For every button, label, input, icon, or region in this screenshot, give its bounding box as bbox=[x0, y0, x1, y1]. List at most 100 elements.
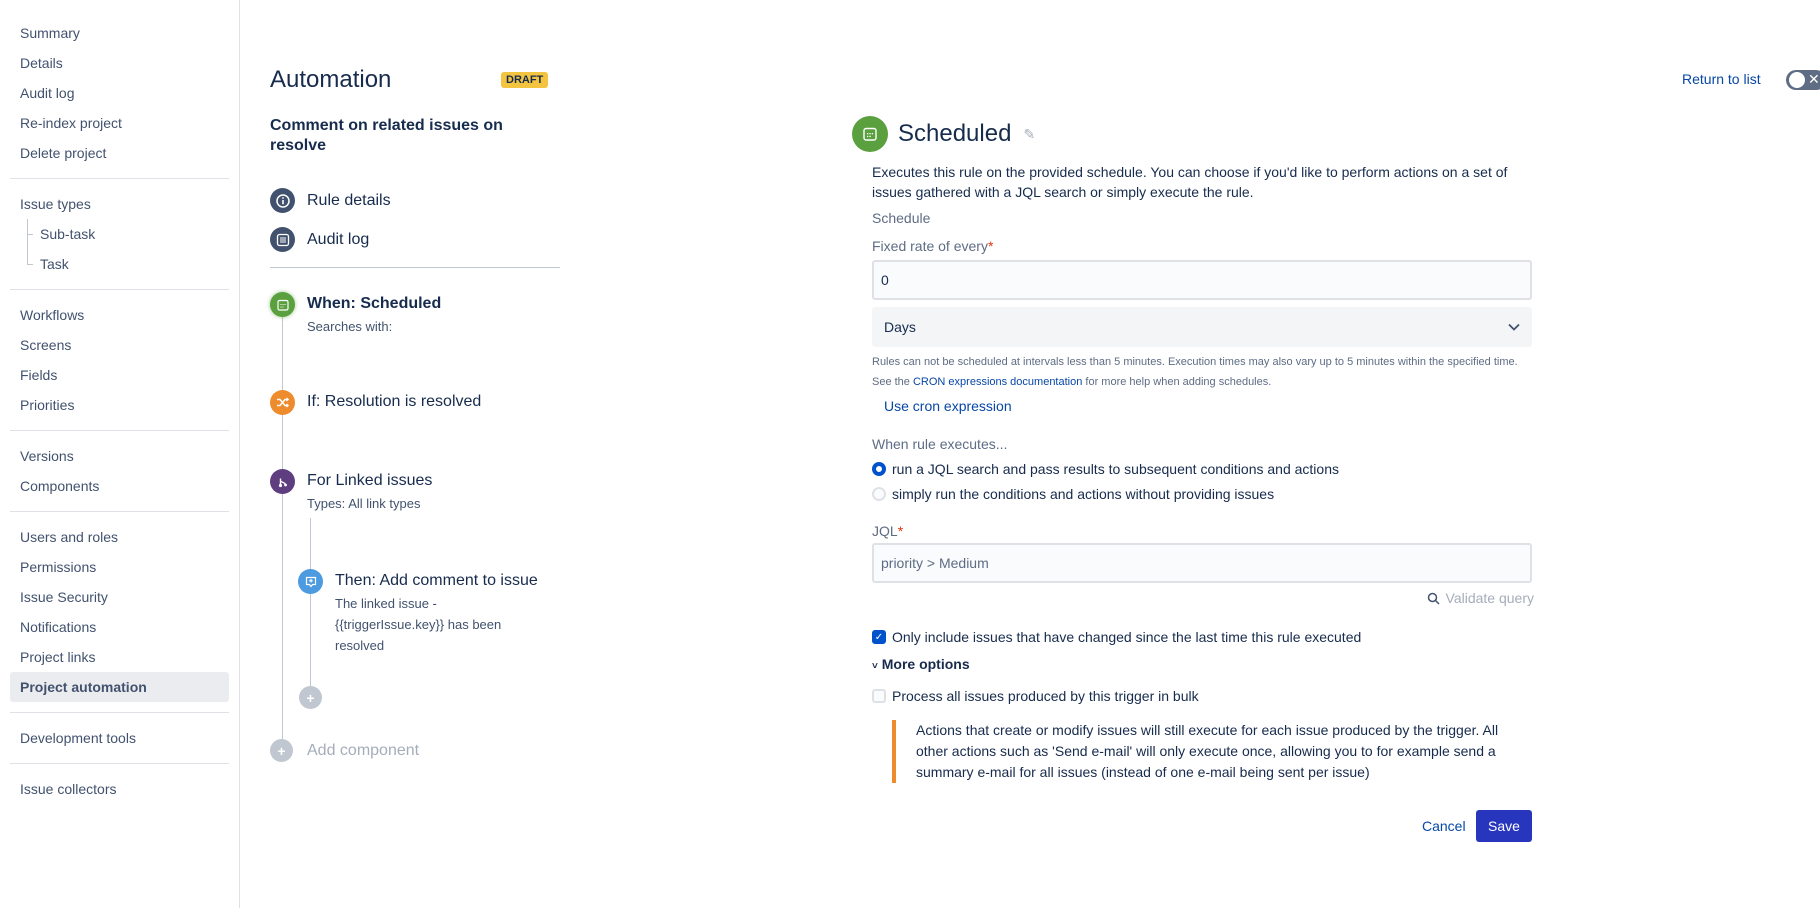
sidebar-item-issue-collectors[interactable]: Issue collectors bbox=[10, 774, 229, 804]
bulk-checkbox-row[interactable]: Process all issues produced by this trig… bbox=[872, 688, 1199, 704]
chevron-down-icon: ˅ bbox=[872, 661, 878, 672]
plus-icon: + bbox=[270, 739, 293, 762]
sidebar-item-versions[interactable]: Versions bbox=[10, 441, 229, 471]
sidebar-divider bbox=[10, 511, 229, 512]
step-title: When: Scheduled bbox=[307, 295, 442, 312]
project-settings-sidebar: Summary Details Audit log Re-index proje… bbox=[0, 0, 240, 908]
return-to-list-link[interactable]: Return to list bbox=[1682, 71, 1761, 87]
audit-log-label: Audit log bbox=[307, 230, 370, 248]
cron-docs-link[interactable]: CRON expressions documentation bbox=[913, 376, 1082, 388]
sidebar-divider bbox=[10, 289, 229, 290]
validate-query-button[interactable]: Validate query bbox=[1427, 590, 1534, 606]
more-options-toggle[interactable]: ˅ More options bbox=[872, 656, 970, 672]
sidebar-item-issue-security[interactable]: Issue Security bbox=[10, 582, 229, 612]
radio-button[interactable] bbox=[872, 462, 886, 476]
radio-button[interactable] bbox=[872, 487, 886, 501]
sidebar-item-workflows[interactable]: Workflows bbox=[10, 300, 229, 330]
sidebar-divider bbox=[10, 430, 229, 431]
calendar-icon bbox=[270, 292, 295, 317]
only-changed-checkbox-row[interactable]: ✓ Only include issues that have changed … bbox=[872, 629, 1361, 645]
rule-enabled-toggle[interactable]: ✕ bbox=[1786, 70, 1820, 90]
fixed-rate-label: Fixed rate of every* bbox=[872, 238, 993, 254]
sidebar-item-issue-types[interactable]: Issue types bbox=[10, 189, 229, 219]
sidebar-item-task[interactable]: Task bbox=[10, 249, 229, 279]
condition-step-resolution[interactable]: If: Resolution is resolved bbox=[270, 390, 481, 415]
more-options-label: More options bbox=[881, 656, 970, 672]
interval-unit-select[interactable]: Days bbox=[872, 307, 1532, 347]
flow-connector bbox=[282, 300, 283, 760]
sidebar-item-reindex-project[interactable]: Re-index project bbox=[10, 108, 229, 138]
add-nested-component-button[interactable]: + bbox=[299, 686, 322, 709]
action-step-add-comment[interactable]: Then: Add comment to issue The linked is… bbox=[298, 569, 538, 656]
toggle-knob bbox=[1789, 72, 1805, 88]
save-button[interactable]: Save bbox=[1476, 810, 1532, 842]
required-indicator: * bbox=[897, 523, 904, 539]
jql-input[interactable]: priority > Medium bbox=[872, 543, 1532, 583]
sidebar-item-development-tools[interactable]: Development tools bbox=[10, 723, 229, 753]
cancel-button[interactable]: Cancel bbox=[1414, 810, 1474, 842]
bulk-info-note: Actions that create or modify issues wil… bbox=[892, 720, 1512, 783]
jql-value: priority > Medium bbox=[881, 555, 989, 571]
required-indicator: * bbox=[987, 238, 994, 254]
sidebar-item-details[interactable]: Details bbox=[10, 48, 229, 78]
step-subtitle: The linked issue - {{triggerIssue.key}} … bbox=[335, 596, 502, 653]
sidebar-item-components[interactable]: Components bbox=[10, 471, 229, 501]
add-component-button[interactable]: + Add component bbox=[270, 739, 419, 762]
rule-details-link[interactable]: Rule details bbox=[270, 188, 391, 213]
panel-divider bbox=[270, 267, 560, 268]
sidebar-item-delete-project[interactable]: Delete project bbox=[10, 138, 229, 168]
radio-run-jql[interactable]: run a JQL search and pass results to sub… bbox=[872, 461, 1339, 477]
sidebar-item-audit-log[interactable]: Audit log bbox=[10, 78, 229, 108]
sidebar-item-fields[interactable]: Fields bbox=[10, 360, 229, 390]
rule-details-label: Rule details bbox=[307, 191, 391, 209]
jql-label: JQL* bbox=[872, 523, 903, 539]
trigger-title: Scheduled bbox=[898, 120, 1012, 147]
close-icon: ✕ bbox=[1808, 71, 1820, 87]
calendar-icon bbox=[852, 116, 888, 152]
fixed-rate-input[interactable]: 0 bbox=[872, 260, 1532, 300]
step-title: If: Resolution is resolved bbox=[307, 393, 482, 410]
comment-plus-icon bbox=[298, 569, 323, 594]
use-cron-expression-button[interactable]: Use cron expression bbox=[884, 398, 1012, 414]
audit-log-link[interactable]: Audit log bbox=[270, 227, 369, 252]
plus-icon: + bbox=[299, 686, 322, 709]
trigger-step-scheduled[interactable]: When: Scheduled Searches with: bbox=[270, 292, 441, 337]
sidebar-divider bbox=[10, 712, 229, 713]
checkbox-checked[interactable]: ✓ bbox=[872, 630, 886, 644]
schedule-label: Schedule bbox=[872, 210, 931, 226]
shuffle-icon bbox=[270, 390, 295, 415]
checkbox-label: Only include issues that have changed si… bbox=[892, 629, 1362, 645]
trigger-description: Executes this rule on the provided sched… bbox=[872, 164, 1508, 200]
when-rule-executes-label: When rule executes... bbox=[872, 436, 1008, 452]
fixed-rate-value: 0 bbox=[881, 272, 889, 288]
hint-text: for more help when adding schedules. bbox=[1085, 376, 1272, 388]
status-badge: DRAFT bbox=[501, 72, 549, 88]
sidebar-item-summary[interactable]: Summary bbox=[10, 18, 229, 48]
list-icon bbox=[270, 227, 295, 252]
fixed-rate-label-text: Fixed rate of every bbox=[872, 238, 988, 254]
checkbox-unchecked[interactable] bbox=[872, 689, 886, 703]
pencil-icon[interactable]: ✎ bbox=[1023, 126, 1035, 143]
step-title: Then: Add comment to issue bbox=[335, 572, 538, 589]
interval-unit-value: Days bbox=[884, 319, 916, 335]
sidebar-item-notifications[interactable]: Notifications bbox=[10, 612, 229, 642]
sidebar-item-project-links[interactable]: Project links bbox=[10, 642, 229, 672]
sidebar-item-sub-task[interactable]: Sub-task bbox=[10, 219, 229, 249]
sidebar-item-priorities[interactable]: Priorities bbox=[10, 390, 229, 420]
branch-icon bbox=[270, 469, 295, 494]
jql-label-text: JQL bbox=[872, 523, 898, 539]
radio-run-without-issues[interactable]: simply run the conditions and actions wi… bbox=[872, 486, 1274, 502]
sidebar-item-screens[interactable]: Screens bbox=[10, 330, 229, 360]
sidebar-item-permissions[interactable]: Permissions bbox=[10, 552, 229, 582]
rule-name: Comment on related issues on resolve bbox=[270, 117, 503, 154]
cron-docs-hint: See the CRON expressions documentation f… bbox=[872, 376, 1271, 388]
schedule-hint: Rules can not be scheduled at intervals … bbox=[872, 356, 1518, 368]
step-subtitle: Searches with: bbox=[307, 319, 393, 334]
sidebar-divider bbox=[10, 763, 229, 764]
checkbox-label: Process all issues produced by this trig… bbox=[892, 688, 1199, 704]
hint-text: See the bbox=[872, 376, 910, 388]
add-component-label: Add component bbox=[307, 742, 420, 759]
sidebar-item-project-automation[interactable]: Project automation bbox=[10, 672, 229, 702]
branch-step-linked-issues[interactable]: For Linked issues Types: All link types bbox=[270, 469, 432, 514]
sidebar-item-users-and-roles[interactable]: Users and roles bbox=[10, 522, 229, 552]
